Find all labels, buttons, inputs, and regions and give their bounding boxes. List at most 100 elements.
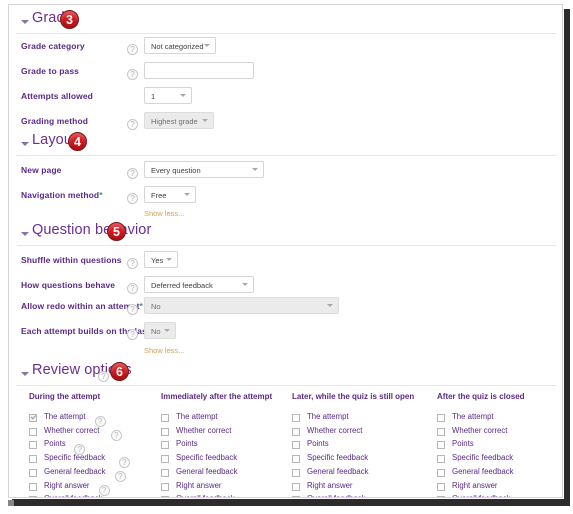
select-value: Every question [151, 166, 201, 175]
checkbox-points[interactable] [29, 441, 37, 450]
step-badge-5: 5 [107, 222, 126, 241]
field-label-text: New page [21, 165, 62, 175]
select-value: Deferred feedback [151, 281, 213, 290]
review-option-label: Right answer [44, 480, 90, 490]
review-option-label: Specific feedback [307, 453, 369, 463]
checkbox-right-answer[interactable] [292, 482, 300, 491]
select-value: 1 [151, 92, 156, 101]
select-navigation-method[interactable]: Free [144, 186, 196, 203]
window-shadow-right [564, 9, 570, 506]
review-option-label: Points [176, 439, 198, 449]
help-icon-review-item[interactable]: ? [118, 457, 130, 469]
field-help-wrap: ? [127, 165, 138, 183]
review-option-label: General feedback [307, 466, 369, 476]
select-attempts-allowed[interactable]: 1 [144, 87, 192, 104]
checkbox-right-answer[interactable] [29, 482, 37, 491]
item-help-wrap: ? [114, 468, 126, 486]
window-shadow-bottom [12, 499, 568, 506]
field-control: 1 [144, 87, 192, 109]
caret-down-icon[interactable] [21, 232, 29, 236]
caret-down-icon[interactable] [21, 142, 29, 146]
help-icon-field[interactable]: ? [127, 258, 138, 270]
help-icon-field[interactable]: ? [127, 304, 138, 316]
checkbox-whether-correct[interactable] [437, 427, 445, 436]
checkbox-points[interactable] [161, 441, 169, 450]
help-icon-review-item[interactable]: ? [114, 471, 126, 483]
form-row: Attempts allowed 1 [9, 87, 562, 110]
help-icon-field[interactable]: ? [127, 69, 138, 81]
select-grade-category[interactable]: Not categorized [144, 37, 216, 54]
checkbox-the-attempt[interactable] [292, 414, 300, 422]
checkbox-right-answer[interactable] [437, 482, 445, 491]
checkbox-points[interactable] [292, 441, 300, 450]
form-row: New page? Every question [9, 161, 562, 184]
checkbox-specific-feedback[interactable] [292, 455, 300, 464]
required-asterisk: * [99, 190, 103, 200]
checkbox-the-attempt[interactable] [437, 414, 445, 422]
checkbox-overall-feedback[interactable] [161, 496, 169, 497]
checkbox-overall-feedback[interactable] [292, 496, 300, 497]
help-icon-field[interactable]: ? [127, 119, 138, 131]
field-control: Free [144, 186, 196, 208]
field-control: Every question [144, 161, 264, 183]
help-icon-field[interactable]: ? [127, 193, 138, 205]
chevron-down-icon [242, 283, 248, 286]
help-icon-field[interactable]: ? [127, 168, 138, 180]
field-control: No [144, 297, 339, 319]
review-option-label: Whether correct [307, 425, 363, 435]
help-icon-field[interactable]: ? [127, 283, 138, 295]
chevron-down-icon [327, 304, 333, 307]
review-option-label: General feedback [176, 466, 238, 476]
form-inner: Grade Grade category? Not categorized Grade… [9, 5, 562, 497]
checkbox-the-attempt[interactable] [161, 414, 169, 422]
help-icon-field[interactable]: ? [127, 44, 138, 56]
select-shuffle-within-questions[interactable]: Yes [144, 251, 178, 268]
caret-down-icon[interactable] [21, 20, 29, 24]
checkbox-general-feedback[interactable] [29, 468, 37, 477]
review-option-label: The attempt [452, 412, 494, 421]
section-header-question-behavior[interactable]: Question behavior [9, 221, 562, 247]
field-label: Shuffle within questions [21, 255, 122, 265]
checkbox-points[interactable] [437, 441, 445, 450]
field-label: How questions behave [21, 280, 115, 290]
section-header-review-options[interactable]: Review options? [9, 361, 562, 387]
help-icon-review-options[interactable]: ? [98, 371, 109, 383]
checkbox-general-feedback[interactable] [292, 468, 300, 477]
review-column-heading: After the quiz is closed [437, 392, 525, 401]
checkbox-general-feedback[interactable] [161, 468, 169, 477]
checkbox-specific-feedback[interactable] [29, 455, 37, 464]
field-control: Yes [144, 251, 178, 273]
review-option-label: Whether correct [44, 425, 100, 435]
quiz-settings-form: Grade Grade category? Not categorized Grade… [8, 4, 563, 498]
checkbox-overall-feedback[interactable] [29, 496, 37, 497]
caret-down-icon[interactable] [21, 372, 29, 376]
help-icon-review-item[interactable]: ? [110, 429, 122, 441]
section-question-behavior: Question behavior Shuffle within question… [9, 221, 562, 355]
chevron-down-icon [202, 119, 208, 122]
checkbox-whether-correct[interactable] [29, 427, 37, 436]
field-control [144, 62, 254, 84]
checkbox-specific-feedback[interactable] [161, 455, 169, 464]
input-grade-to-pass[interactable] [144, 62, 254, 79]
checkbox-right-answer[interactable] [161, 482, 169, 491]
checkbox-general-feedback[interactable] [437, 468, 445, 477]
field-help-wrap: ? [127, 326, 138, 344]
section-header-layout[interactable]: Layout [9, 131, 562, 157]
chevron-down-icon [252, 168, 258, 171]
step-badge-6: 6 [110, 362, 129, 381]
checkbox-overall-feedback[interactable] [437, 496, 445, 497]
checkbox-the-attempt[interactable] [29, 414, 37, 422]
help-icon-field[interactable]: ? [127, 329, 138, 341]
checkbox-specific-feedback[interactable] [437, 455, 445, 464]
select-new-page[interactable]: Every question [144, 161, 264, 178]
field-help-wrap: ? [127, 280, 138, 298]
section-header-grade[interactable]: Grade [9, 9, 562, 35]
checkbox-whether-correct[interactable] [292, 427, 300, 436]
show-less-link[interactable]: Show less... [144, 346, 184, 355]
review-option-label: Overall feedback [452, 494, 511, 497]
checkbox-whether-correct[interactable] [161, 427, 169, 436]
select-how-questions-behave[interactable]: Deferred feedback [144, 276, 254, 293]
show-less-link[interactable]: Show less... [144, 209, 184, 218]
review-option-label: Specific feedback [176, 453, 238, 463]
select-value: Free [151, 191, 167, 200]
